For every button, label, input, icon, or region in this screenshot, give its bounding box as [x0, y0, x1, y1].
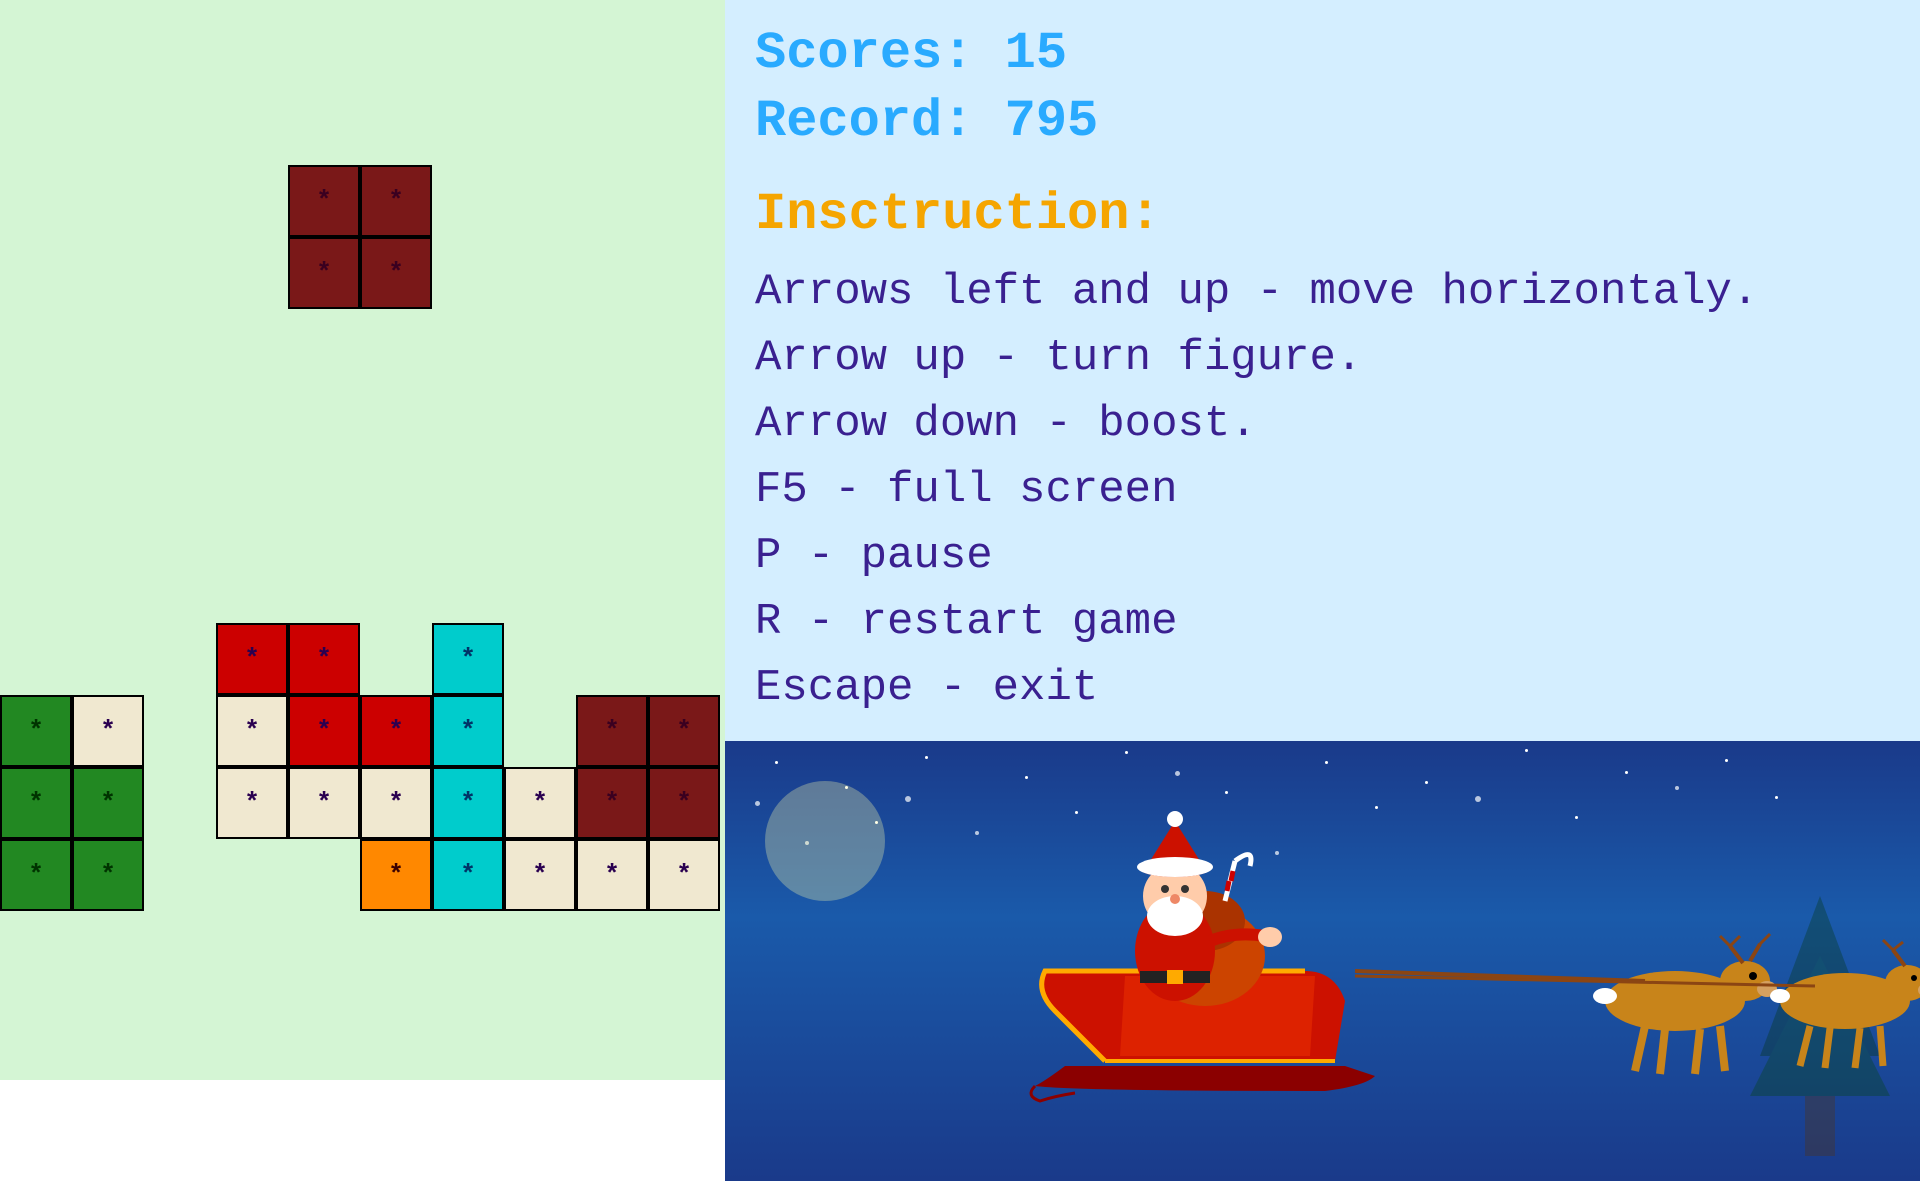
tetris-cell: *: [288, 237, 360, 309]
game-board: * * * * * * * * * * * * * * * * * * * * …: [0, 0, 725, 1080]
tetris-cell: *: [648, 767, 720, 839]
tetris-cell: *: [288, 695, 360, 767]
tetris-cell: *: [360, 767, 432, 839]
tetris-cell: *: [576, 767, 648, 839]
instruction-line-3: Arrow down - boost.: [755, 391, 1890, 457]
christmas-scene: [725, 741, 1920, 1181]
tetris-cell: *: [648, 695, 720, 767]
tetris-cell: *: [72, 695, 144, 767]
tetris-cell: *: [360, 695, 432, 767]
tetris-cell: *: [432, 839, 504, 911]
tetris-cell: *: [288, 623, 360, 695]
tetris-cell: *: [432, 767, 504, 839]
tetris-cell: *: [0, 839, 72, 911]
tetris-cell: *: [648, 839, 720, 911]
instruction-line-4: F5 - full screen: [755, 457, 1890, 523]
instruction-line-1: Arrows left and up - move horizontaly.: [755, 259, 1890, 325]
tetris-cell: *: [432, 695, 504, 767]
instruction-line-5: P - pause: [755, 523, 1890, 589]
instruction-line-7: Escape - exit: [755, 655, 1890, 721]
tetris-cell: *: [72, 839, 144, 911]
scores-line: Scores: 15: [755, 20, 1890, 88]
instruction-line-6: R - restart game: [755, 589, 1890, 655]
tetris-cell: *: [360, 839, 432, 911]
record-line: Record: 795: [755, 88, 1890, 156]
instruction-body: Arrows left and up - move horizontaly. A…: [755, 259, 1890, 721]
tetris-cell: *: [504, 839, 576, 911]
tetris-cell: *: [360, 165, 432, 237]
santa-container: [725, 781, 1920, 1161]
info-panel: Scores: 15 Record: 795 Insctruction: Arr…: [725, 0, 1920, 1080]
tetris-cell: *: [432, 623, 504, 695]
tetris-cell: *: [360, 237, 432, 309]
tetris-cell: *: [72, 767, 144, 839]
tetris-cell: *: [216, 767, 288, 839]
tetris-cell: *: [576, 695, 648, 767]
instruction-heading: Insctruction:: [755, 185, 1890, 244]
score-display: Scores: 15 Record: 795: [755, 20, 1890, 155]
tetris-cell: *: [0, 695, 72, 767]
tetris-cell: *: [216, 695, 288, 767]
tetris-cell: *: [216, 623, 288, 695]
instruction-line-2: Arrow up - turn figure.: [755, 325, 1890, 391]
tetris-cell: *: [288, 165, 360, 237]
tetris-cell: *: [504, 767, 576, 839]
tetris-cell: *: [576, 839, 648, 911]
tetris-cell: *: [0, 767, 72, 839]
score-section: Scores: 15 Record: 795 Insctruction: Arr…: [725, 0, 1920, 741]
tetris-cell: *: [288, 767, 360, 839]
